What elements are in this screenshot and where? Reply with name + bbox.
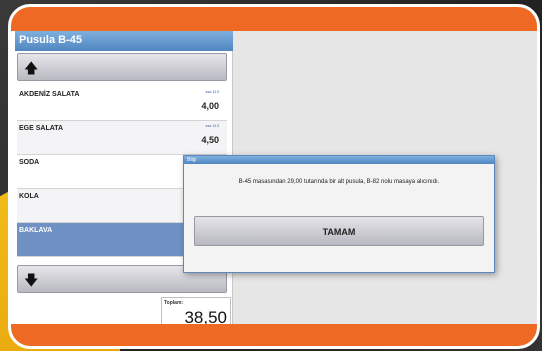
dialog-title: Bilgi — [184, 156, 494, 164]
device-frame: Pusula B-45 🡅 AKDENİZ SALATA sss 113 4,0… — [8, 4, 540, 349]
item-name: BAKLAVA — [19, 227, 53, 234]
item-price: 4,50 — [201, 135, 219, 145]
list-item[interactable]: EGE SALATA sss 113 4,50 — [17, 121, 227, 155]
top-accent-bar — [11, 7, 537, 31]
info-dialog: Bilgi B-45 masasından 29,00 tutarında bi… — [183, 155, 495, 273]
item-name: AKDENİZ SALATA — [19, 91, 80, 98]
list-item[interactable]: AKDENİZ SALATA sss 113 4,00 — [17, 87, 227, 121]
arrow-down-icon: 🡇 — [24, 272, 39, 288]
app-screen: Pusula B-45 🡅 AKDENİZ SALATA sss 113 4,0… — [15, 31, 537, 330]
dialog-message: B-45 masasından 29,00 tutarında bir alt … — [238, 179, 440, 185]
item-price: 4,00 — [201, 101, 219, 111]
arrow-up-icon: 🡅 — [24, 60, 39, 76]
item-name: KOLA — [19, 193, 39, 200]
total-label: Toplam: — [164, 300, 184, 306]
item-name: SODA — [19, 159, 40, 166]
item-code: sss 113 — [205, 123, 220, 128]
window-title: Pusula B-45 — [15, 31, 233, 51]
item-code: sss 113 — [205, 89, 220, 94]
item-name: EGE SALATA — [19, 125, 64, 132]
scroll-up-button[interactable]: 🡅 — [17, 53, 227, 81]
ok-button[interactable]: TAMAM — [194, 216, 484, 246]
bottom-accent-bar — [11, 324, 537, 346]
